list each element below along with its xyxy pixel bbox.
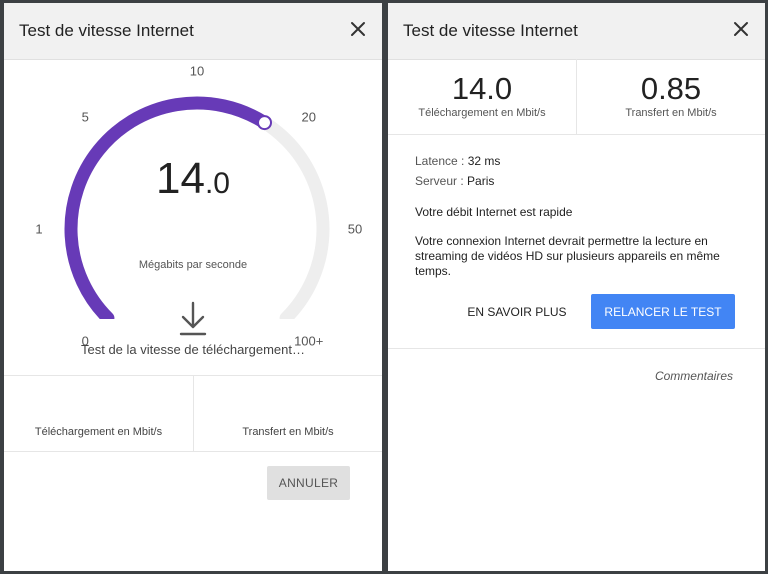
speed-test-dialog-running: Test de vitesse Internet 0 1 5 10 20 50 … (4, 3, 382, 571)
upload-stat: Transfert en Mbit/s (193, 376, 382, 451)
server-row: Serveur : Paris (415, 174, 745, 188)
close-icon[interactable] (348, 19, 368, 39)
speed-value-decimal: .0 (204, 167, 230, 200)
results-row: 14.0 Téléchargement en Mbit/s 0.85 Trans… (388, 59, 765, 135)
learn-more-button[interactable]: EN SAVOIR PLUS (456, 296, 578, 328)
upload-label: Transfert en Mbit/s (625, 107, 717, 119)
stats-row: Téléchargement en Mbit/s Transfert en Mb… (4, 375, 382, 452)
dialog-title: Test de vitesse Internet (19, 21, 194, 40)
speed-description: Votre connexion Internet devrait permett… (415, 234, 720, 278)
download-value: 14.0 (451, 71, 513, 106)
dialog-header: Test de vitesse Internet (388, 3, 765, 60)
gauge-tick-5: 5 (81, 109, 89, 125)
latency-row: Latence : 32 ms (415, 154, 745, 168)
dialog-title: Test de vitesse Internet (403, 21, 578, 40)
download-result: 14.0 Téléchargement en Mbit/s (388, 59, 576, 134)
server-value: Paris (467, 174, 495, 188)
speed-verdict: Votre débit Internet est rapide (415, 205, 573, 219)
speed-readout: 14.0 (4, 154, 382, 204)
latency-key: Latence : (415, 154, 465, 168)
close-icon[interactable] (731, 19, 751, 39)
dialog-header: Test de vitesse Internet (4, 3, 382, 60)
gauge-tick-10: 10 (189, 63, 205, 79)
download-label: Téléchargement en Mbit/s (418, 107, 546, 119)
gauge-tick-50: 50 (347, 221, 363, 237)
gauge-tick-1: 1 (35, 221, 43, 237)
download-arrow-icon (179, 301, 207, 336)
gauge-knob (257, 115, 273, 131)
speed-test-dialog-results: Test de vitesse Internet 14.0 Télécharge… (388, 3, 765, 571)
divider (388, 348, 765, 349)
download-stat: Téléchargement en Mbit/s (4, 376, 193, 451)
speed-value-integer: 14 (156, 154, 205, 203)
gauge-tick-20: 20 (301, 109, 316, 125)
gauge-progress (64, 96, 272, 319)
upload-stat-label: Transfert en Mbit/s (242, 426, 334, 438)
cancel-button[interactable]: ANNULER (267, 466, 350, 500)
download-stat-label: Téléchargement en Mbit/s (34, 426, 163, 438)
test-status: Test de la vitesse de téléchargement… (80, 342, 305, 357)
upload-value: 0.85 (640, 71, 702, 106)
feedback-link[interactable]: Commentaires (655, 369, 733, 383)
retry-test-button[interactable]: RELANCER LE TEST (591, 294, 735, 329)
speed-units: Mégabits par seconde (138, 259, 248, 271)
latency-value: 32 ms (467, 154, 501, 168)
upload-result: 0.85 Transfert en Mbit/s (576, 59, 765, 134)
server-key: Serveur : (415, 174, 464, 188)
